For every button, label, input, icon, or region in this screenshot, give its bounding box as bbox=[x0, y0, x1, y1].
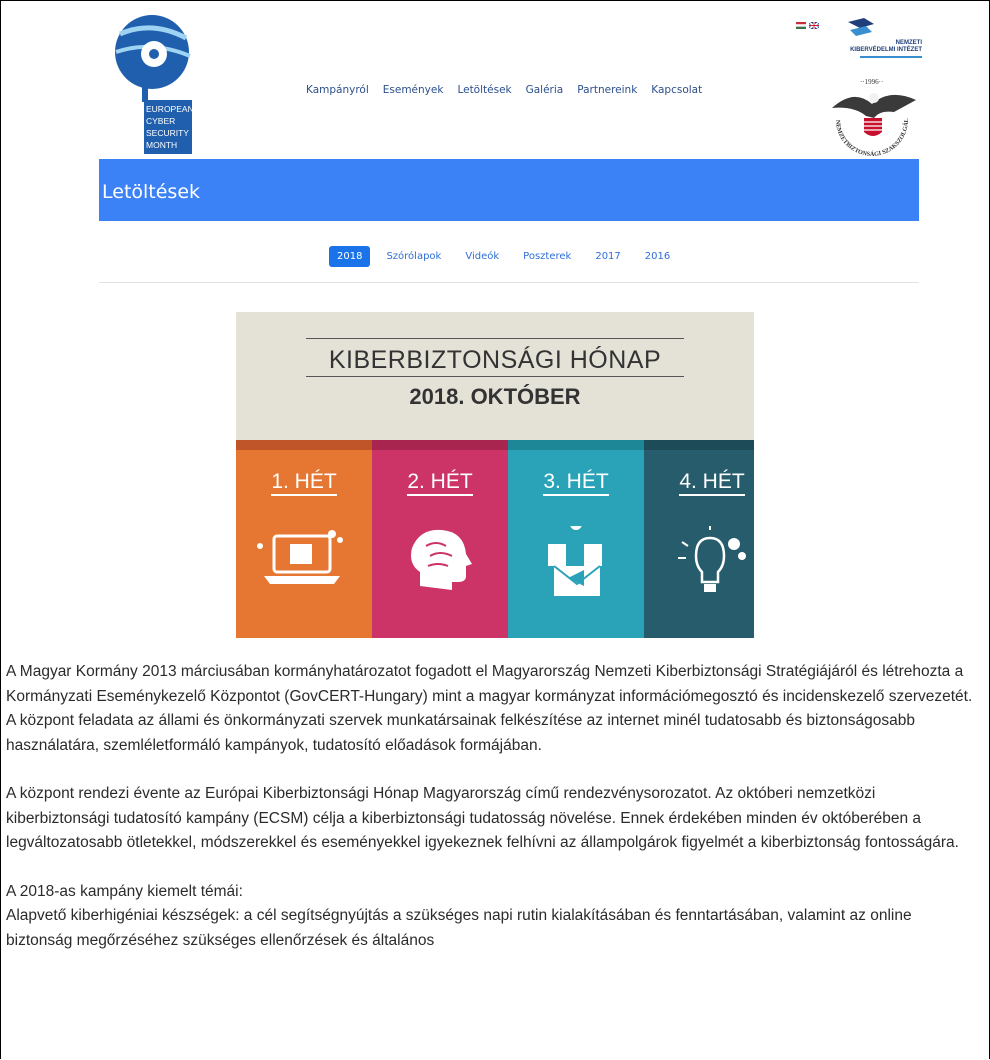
article-paragraph: A 2018-as kampány kiemelt témái: bbox=[6, 882, 243, 900]
lightbulb-gears-icon bbox=[678, 526, 746, 592]
nki-logo-text: NEMZETI KIBERVÉDELMI INTÉZET bbox=[816, 40, 922, 54]
divider bbox=[99, 282, 919, 283]
week-2-panel: 2. HÉT bbox=[372, 440, 508, 638]
laptop-icon bbox=[257, 530, 343, 584]
week-label-text: 3. HÉT bbox=[543, 470, 609, 496]
download-tabs: 2018 Szórólapok Videók Poszterek 2017 20… bbox=[329, 246, 678, 267]
seal-year: ··1996·· bbox=[860, 78, 883, 86]
nav-item-kapcsolat[interactable]: Kapcsolat bbox=[651, 84, 702, 96]
brain-head-icon bbox=[411, 529, 472, 590]
ecsm-logo-line: CYBER bbox=[146, 116, 175, 126]
article-paragraph: A központ rendezi évente az Európai Kibe… bbox=[6, 785, 959, 851]
nav-item-partnereink[interactable]: Partnereink bbox=[577, 84, 637, 96]
nki-logo[interactable]: NEMZETI KIBERVÉDELMI INTÉZET bbox=[816, 16, 922, 62]
week-4-panel: 4. HÉT bbox=[644, 440, 754, 638]
week-label: 1. HÉT bbox=[236, 470, 372, 496]
poster-subtitle: 2018. OKTÓBER bbox=[409, 384, 581, 409]
ecsm-logo-line: EUROPEAN bbox=[146, 104, 194, 114]
tab-2018[interactable]: 2018 bbox=[329, 246, 371, 267]
week-label: 4. HÉT bbox=[644, 470, 754, 496]
nki-mark-icon bbox=[848, 18, 874, 36]
campaign-poster[interactable]: KIBERBIZTONSÁGI HÓNAP 2018. OKTÓBER 1. H… bbox=[236, 312, 754, 638]
article-body: A Magyar Kormány 2013 márciusában kormán… bbox=[6, 660, 982, 977]
nki-logo-line: NEMZETI bbox=[895, 40, 922, 46]
panel-top-band bbox=[372, 440, 508, 450]
hungarian-flag-icon[interactable] bbox=[796, 22, 806, 29]
week-3-panel: 3. HÉT bbox=[508, 440, 644, 638]
nav-item-galeria[interactable]: Galéria bbox=[526, 84, 564, 96]
week-label: 2. HÉT bbox=[372, 470, 508, 496]
panel-top-band bbox=[508, 440, 644, 450]
ecsm-logo[interactable]: EUROPEAN CYBER SECURITY MONTH bbox=[100, 12, 210, 158]
week-1-panel: 1. HÉT bbox=[236, 440, 372, 638]
tab-videok[interactable]: Videók bbox=[457, 246, 507, 267]
page-title: Letöltések bbox=[102, 181, 201, 203]
week-label-text: 2. HÉT bbox=[407, 470, 473, 496]
nbsz-seal-logo[interactable]: ··1996·· NEMZETBIZTONSÁGI SZAKSZOLGÁLAT bbox=[824, 70, 920, 166]
tab-szorolapok[interactable]: Szórólapok bbox=[378, 246, 449, 267]
main-nav: Kampányról Események Letöltések Galéria … bbox=[306, 84, 702, 96]
article-paragraph: Alapvető kiberhigéniai készségek: a cél … bbox=[6, 907, 912, 949]
week-label-text: 4. HÉT bbox=[679, 470, 745, 496]
tab-poszterek[interactable]: Poszterek bbox=[515, 246, 579, 267]
article-paragraph: A Magyar Kormány 2013 márciusában kormán… bbox=[6, 663, 973, 754]
page-banner: Letöltések bbox=[99, 159, 919, 221]
nav-item-letoltesek[interactable]: Letöltések bbox=[457, 84, 511, 96]
panel-top-band bbox=[644, 440, 754, 450]
phishing-envelope-icon bbox=[548, 526, 602, 596]
panel-top-band bbox=[236, 440, 372, 450]
nav-item-kampanyrol[interactable]: Kampányról bbox=[306, 84, 369, 96]
ecsm-logo-line: SECURITY bbox=[146, 128, 189, 138]
poster-title: KIBERBIZTONSÁGI HÓNAP bbox=[328, 346, 662, 374]
week-label-text: 1. HÉT bbox=[271, 470, 337, 496]
tab-2017[interactable]: 2017 bbox=[587, 246, 628, 267]
nav-item-esemenyek[interactable]: Események bbox=[383, 84, 444, 96]
webpage-screenshot: EUROPEAN CYBER SECURITY MONTH Kampányról… bbox=[6, 6, 982, 638]
week-label: 3. HÉT bbox=[508, 470, 644, 496]
nki-logo-line: KIBERVÉDELMI INTÉZET bbox=[850, 47, 922, 53]
ecsm-logo-line: MONTH bbox=[146, 140, 177, 150]
tab-2016[interactable]: 2016 bbox=[637, 246, 678, 267]
nki-logo-underline bbox=[860, 56, 922, 58]
poster-rule bbox=[306, 376, 684, 377]
poster-rule bbox=[306, 338, 684, 339]
